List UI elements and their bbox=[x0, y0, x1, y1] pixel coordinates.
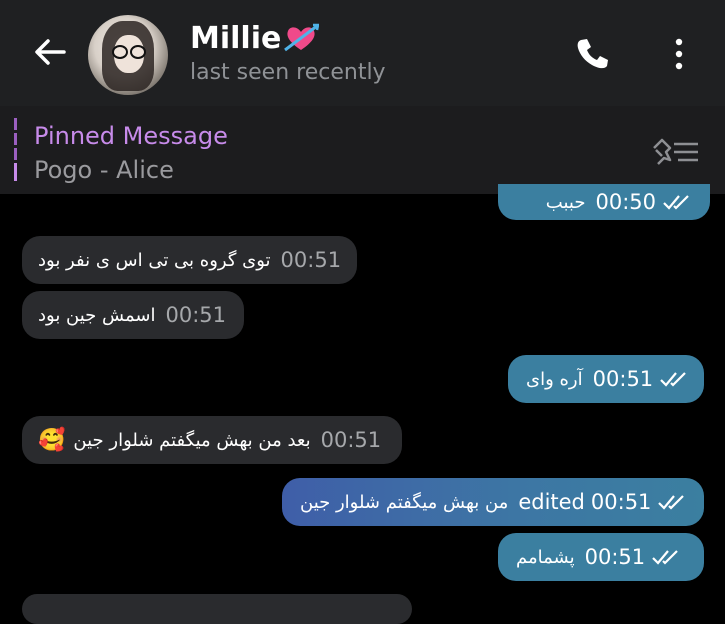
message-text: اسمش جین بود bbox=[38, 304, 156, 326]
smiling-face-with-hearts-emoji: 🥰 bbox=[38, 427, 66, 453]
last-seen-status: last seen recently bbox=[190, 60, 386, 85]
message-outgoing[interactable]: حببب 00:50 bbox=[498, 184, 710, 220]
message-text: حببب bbox=[545, 191, 586, 213]
message-text: پشمامم bbox=[516, 546, 575, 568]
read-checkmarks-icon bbox=[658, 495, 685, 510]
message-outgoing-edited[interactable]: من بهش میگفتم شلوار جین edited 00:51 bbox=[282, 478, 704, 526]
more-vertical-icon[interactable] bbox=[664, 34, 694, 74]
message-time: 00:50 bbox=[595, 190, 656, 214]
pinned-message-bar[interactable]: Pinned Message Pogo - Alice bbox=[0, 106, 725, 195]
contact-name-row[interactable]: Millie bbox=[190, 18, 320, 58]
message-incoming[interactable]: اسمش جین بود 00:51 bbox=[22, 291, 244, 339]
message-time: 00:51 bbox=[320, 428, 382, 452]
read-checkmarks-icon bbox=[652, 550, 678, 565]
message-outgoing[interactable]: آره وای 00:51 bbox=[508, 355, 704, 403]
heart-with-arrow-emoji bbox=[284, 23, 320, 52]
chat-header: Millie last seen recently bbox=[0, 0, 725, 106]
message-outgoing[interactable]: پشمامم 00:51 bbox=[498, 533, 704, 581]
message-incoming-partial[interactable] bbox=[22, 594, 412, 624]
contact-name: Millie bbox=[190, 20, 282, 56]
read-checkmarks-icon bbox=[660, 372, 686, 387]
unpin-list-icon[interactable] bbox=[650, 134, 702, 168]
message-time: 00:51 bbox=[280, 248, 342, 272]
read-checkmarks-icon bbox=[663, 195, 689, 210]
message-time: 00:51 bbox=[592, 367, 654, 391]
edited-label: edited bbox=[518, 490, 585, 514]
message-incoming[interactable]: توی گروه بی تی اس ی نفر بود 00:51 bbox=[22, 236, 357, 284]
phone-icon[interactable] bbox=[572, 34, 612, 74]
back-arrow-icon[interactable] bbox=[30, 32, 70, 72]
message-time: 00:51 bbox=[165, 303, 226, 327]
message-text: من بهش میگفتم شلوار جین bbox=[300, 491, 509, 513]
pinned-title: Pinned Message bbox=[34, 122, 228, 150]
message-text: توی گروه بی تی اس ی نفر بود bbox=[38, 249, 271, 271]
message-time: 00:51 bbox=[584, 545, 646, 569]
message-time: 00:51 bbox=[590, 490, 652, 514]
message-incoming[interactable]: 🥰 بعد من بهش میگفتم شلوار جین 00:51 bbox=[22, 416, 402, 464]
pinned-preview: Pogo - Alice bbox=[34, 156, 174, 184]
message-text: آره وای bbox=[526, 368, 583, 390]
message-text: بعد من بهش میگفتم شلوار جین bbox=[73, 429, 311, 451]
avatar[interactable] bbox=[88, 15, 168, 95]
pinned-indicator bbox=[14, 118, 18, 184]
